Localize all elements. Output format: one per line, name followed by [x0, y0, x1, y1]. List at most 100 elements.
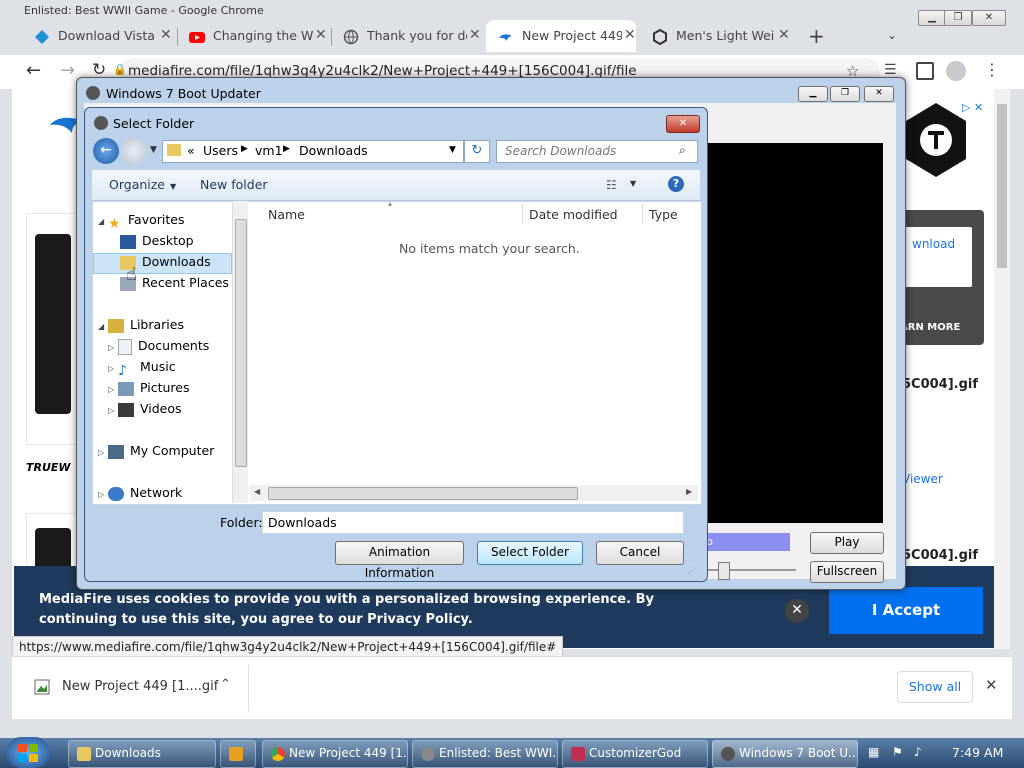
search-input[interactable]: Search Downloads ⌕: [496, 140, 698, 163]
organize-button[interactable]: Organize ▼: [109, 177, 176, 192]
hscrollbar-thumb[interactable]: [268, 487, 578, 500]
profile-avatar[interactable]: [946, 61, 966, 81]
column-header-name[interactable]: Name: [268, 207, 305, 222]
taskbar-item-downloads[interactable]: Downloads: [68, 740, 216, 768]
viewer-link[interactable]: Viewer: [902, 472, 943, 486]
search-icon[interactable]: ⌕: [679, 143, 686, 158]
chevron-up-icon[interactable]: ⌃: [220, 677, 231, 692]
learn-more-button[interactable]: ARN MORE: [900, 322, 960, 333]
nav-desktop[interactable]: Desktop: [120, 231, 194, 251]
flag-tray-icon[interactable]: ⚑: [892, 745, 903, 759]
nav-documents[interactable]: ▷ Documents: [108, 336, 209, 356]
nav-pictures[interactable]: ▷ Pictures: [108, 378, 190, 398]
expand-triangle-icon[interactable]: ◢: [98, 212, 108, 232]
volume-tray-icon[interactable]: ♪: [914, 745, 922, 759]
chevron-right-icon[interactable]: ▶: [241, 144, 248, 154]
nav-network[interactable]: ▷ Network: [98, 483, 182, 503]
taskbar-item-media[interactable]: [220, 740, 256, 768]
forward-icon[interactable]: [121, 138, 147, 164]
scrollbar-thumb[interactable]: [997, 104, 1007, 268]
select-folder-button[interactable]: Select Folder: [477, 541, 583, 565]
cancel-button[interactable]: Cancel: [596, 541, 684, 565]
tab-3[interactable]: Thank you for do ✕: [331, 20, 481, 52]
close-tab-icon[interactable]: ✕: [778, 27, 790, 43]
folder-input[interactable]: Downloads: [262, 511, 684, 534]
refresh-icon[interactable]: ↻: [464, 140, 490, 163]
show-all-button[interactable]: Show all: [897, 671, 973, 703]
side-panel-icon[interactable]: [916, 62, 934, 80]
scroll-right-icon[interactable]: ▶: [686, 487, 692, 496]
chevron-down-icon[interactable]: ▼: [449, 145, 456, 155]
chevron-down-icon[interactable]: ▼: [630, 179, 636, 188]
close-tab-icon[interactable]: ✕: [160, 27, 172, 43]
back-icon[interactable]: ←: [93, 138, 119, 164]
tab-4[interactable]: New Project 449 ✕: [486, 20, 636, 52]
collapsed-triangle-icon[interactable]: ▷: [98, 443, 108, 463]
taskbar-item-chrome[interactable]: New Project 449 [1...: [262, 740, 408, 768]
taskbar-item-customizergod[interactable]: CustomizerGod: [562, 740, 708, 768]
menu-icon[interactable]: ⋮: [984, 60, 1000, 79]
maximize-button[interactable]: ❐: [944, 10, 972, 26]
reading-list-icon[interactable]: ☰: [884, 62, 897, 78]
breadcrumb-downloads[interactable]: Downloads: [299, 143, 368, 158]
tab-5[interactable]: Men's Light Wei ✕: [640, 20, 790, 52]
new-folder-button[interactable]: New folder: [200, 177, 268, 192]
ad-download-link[interactable]: wnload: [912, 237, 955, 251]
scroll-left-icon[interactable]: ◀: [254, 487, 260, 496]
tab-2[interactable]: Changing the W ✕: [177, 20, 327, 52]
collapsed-triangle-icon[interactable]: ▷: [98, 485, 108, 505]
collapsed-triangle-icon[interactable]: ▷: [108, 338, 118, 358]
resize-grip-icon[interactable]: ⋰: [688, 566, 696, 575]
nav-scrollbar-thumb[interactable]: [235, 219, 247, 467]
bu-minimize-button[interactable]: ▁: [798, 86, 828, 102]
close-tab-icon[interactable]: ✕: [315, 27, 327, 43]
breadcrumb-bar[interactable]: « Users ▶ vm1 ▶ Downloads ▼: [162, 140, 464, 163]
recent-pages-chevron-icon[interactable]: ▼: [150, 145, 157, 155]
collapsed-triangle-icon[interactable]: ▷: [108, 359, 118, 379]
animation-information-button[interactable]: Animation Information: [335, 541, 464, 580]
fullscreen-button[interactable]: Fullscreen: [810, 561, 884, 583]
ad-choices-icon[interactable]: ▷ ✕: [962, 101, 983, 114]
nav-music[interactable]: ▷ ♪ Music: [108, 357, 176, 379]
tab-1[interactable]: Download Vista I ✕: [22, 20, 172, 52]
nav-scrollbar[interactable]: [232, 201, 248, 503]
nav-favorites[interactable]: ◢ ★ Favorites: [98, 210, 184, 232]
file-list-hscrollbar[interactable]: ◀ ▶: [250, 485, 698, 501]
breadcrumb-overflow[interactable]: «: [187, 143, 195, 158]
collapsed-triangle-icon[interactable]: ▷: [108, 380, 118, 400]
close-tab-icon[interactable]: ✕: [469, 27, 481, 43]
help-icon[interactable]: ?: [668, 176, 684, 192]
taskbar-item-enlisted[interactable]: Enlisted: Best WWI...: [412, 740, 558, 768]
breadcrumb-users[interactable]: Users: [203, 143, 238, 158]
download-item-name[interactable]: New Project 449 [1....gif: [62, 679, 218, 694]
close-tab-icon[interactable]: ✕: [624, 27, 636, 43]
breadcrumb-vm1[interactable]: vm1: [255, 143, 283, 158]
start-button[interactable]: [6, 737, 50, 768]
nav-computer[interactable]: ▷ My Computer: [98, 441, 214, 461]
forward-icon[interactable]: →: [60, 60, 75, 81]
nav-libraries[interactable]: ◢ Libraries: [98, 315, 184, 335]
bu-maximize-button[interactable]: ❐: [830, 86, 860, 102]
clock[interactable]: 7:49 AM: [952, 745, 1003, 760]
collapsed-triangle-icon[interactable]: ▷: [108, 401, 118, 421]
accept-cookies-button[interactable]: I Accept: [829, 587, 983, 634]
speed-slider-thumb[interactable]: [718, 562, 730, 580]
nav-videos[interactable]: ▷ Videos: [108, 399, 182, 419]
play-button[interactable]: Play: [810, 532, 884, 554]
new-tab-button[interactable]: +: [808, 24, 825, 48]
dialog-close-button[interactable]: ✕: [666, 115, 700, 133]
tab-search-icon[interactable]: ⌄: [887, 28, 897, 42]
back-icon[interactable]: ←: [26, 60, 41, 81]
close-button[interactable]: ✕: [972, 10, 1006, 26]
expand-triangle-icon[interactable]: ◢: [98, 317, 108, 337]
column-divider[interactable]: [642, 204, 643, 224]
taskbar-item-boot-updater[interactable]: Windows 7 Boot U...: [712, 740, 858, 768]
column-header-type[interactable]: Type: [649, 207, 678, 222]
ad-download-box[interactable]: wnload: [904, 227, 972, 287]
network-tray-icon[interactable]: ▦: [868, 745, 879, 759]
chevron-right-icon[interactable]: ▶: [283, 144, 290, 154]
minimize-button[interactable]: ▁: [918, 10, 946, 26]
view-options-icon[interactable]: ☷: [606, 178, 617, 192]
close-downloads-icon[interactable]: ✕: [985, 676, 998, 694]
bu-close-button[interactable]: ✕: [864, 86, 894, 102]
